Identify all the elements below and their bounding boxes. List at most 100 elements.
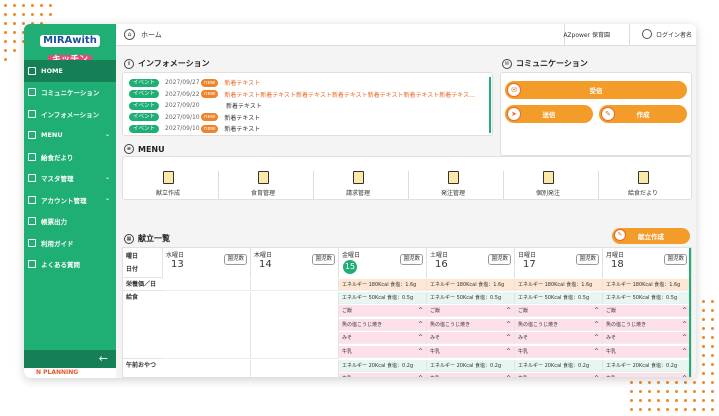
sidebar-item[interactable]: インフォメーション (24, 103, 116, 125)
sidebar-item[interactable]: HOME (24, 60, 116, 82)
info-scrollbar[interactable] (489, 77, 491, 133)
menu-item[interactable]: 個別発注 (503, 171, 593, 201)
chevron-up-icon[interactable]: ^ (682, 373, 687, 377)
sidebar-item[interactable]: 帳票出力 (24, 211, 116, 233)
info-text[interactable]: 新着テキスト (224, 78, 260, 87)
info-text[interactable]: 新着テキスト (226, 101, 262, 110)
chevron-up-icon[interactable]: ^ (506, 332, 511, 343)
info-row[interactable]: イベント 2027/09/10 new 新着テキスト (129, 112, 260, 123)
lunch-dish-cell[interactable]: ご飯 ^ (427, 305, 515, 317)
lunch-dish-cell[interactable]: ご飯 ^ (515, 305, 603, 317)
lunch-dish-cell[interactable]: 牛乳 ^ (427, 345, 515, 358)
menu-item[interactable]: 食育管理 (218, 171, 308, 201)
lunch-dish-cell[interactable]: みそ ^ (427, 332, 515, 344)
sidebar-item-label: インフォメーション (41, 110, 100, 119)
chevron-up-icon[interactable]: ^ (418, 373, 423, 377)
am-dish-cell[interactable]: 牛乳 ^ (603, 373, 691, 377)
lunch-dish-cell[interactable]: 牛乳 ^ (603, 345, 691, 358)
sidebar-item[interactable]: 給食だより (24, 146, 116, 168)
table-scrollbar[interactable] (689, 248, 691, 377)
chevron-up-icon[interactable]: ^ (594, 319, 599, 330)
lunch-dish-cell[interactable]: 牛乳 ^ (515, 345, 603, 358)
dot (13, 49, 16, 52)
chevron-up-icon[interactable]: ^ (682, 319, 687, 330)
sidebar: MIRAwith キッチン HOME コミュニケーションインフォメーション MENU… (24, 24, 116, 378)
dot (702, 381, 705, 384)
new-badge: new (201, 113, 219, 121)
children-count-button[interactable]: 園児数 (400, 254, 423, 265)
menu-item[interactable]: 請求管理 (313, 171, 403, 201)
lunch-dish-cell[interactable]: 魚の塩こうじ焼き ^ (339, 318, 427, 331)
info-row[interactable]: イベント 2027/09/10 new 新着テキスト (129, 123, 260, 134)
sidebar-item[interactable]: 利用ガイド (24, 232, 116, 254)
dot (684, 408, 687, 411)
children-count-button[interactable]: 園児数 (576, 254, 599, 265)
sidebar-item[interactable]: コミュニケーション (24, 82, 116, 104)
chevron-up-icon[interactable]: ^ (594, 346, 599, 357)
sidebar-item[interactable]: MENU ⌄ (24, 125, 116, 147)
chevron-up-icon[interactable]: ^ (594, 332, 599, 343)
dot (666, 381, 669, 384)
sent-button[interactable]: ➤ 送信 (505, 105, 593, 123)
chevron-up-icon[interactable]: ^ (506, 346, 511, 357)
chevron-down-icon[interactable]: ⌄ (105, 174, 110, 181)
chevron-up-icon[interactable]: ^ (682, 305, 687, 316)
lunch-dish-cell[interactable]: 牛乳 ^ (339, 345, 427, 358)
dot (702, 408, 705, 411)
lunch-dish-cell[interactable]: みそ ^ (603, 332, 691, 344)
chevron-up-icon[interactable]: ^ (418, 346, 423, 357)
sidebar-collapse-bar[interactable]: ← (24, 350, 116, 368)
am-dish-cell[interactable]: 牛乳 ^ (339, 373, 427, 377)
children-count-button[interactable]: 園児数 (664, 254, 687, 265)
children-count-button[interactable]: 園児数 (224, 254, 247, 265)
lunch-dish-cell[interactable]: みそ ^ (339, 332, 427, 344)
chevron-up-icon[interactable]: ^ (594, 305, 599, 316)
lunch-dish-cell[interactable]: みそ ^ (515, 332, 603, 344)
dot (630, 381, 633, 384)
children-count-button[interactable]: 園児数 (312, 254, 335, 265)
chevron-up-icon[interactable]: ^ (418, 332, 423, 343)
inbox-button[interactable]: ✉ 受信 (505, 81, 687, 99)
create-menu-button[interactable]: ✎ 献立作成 (612, 228, 690, 244)
menu-item[interactable]: 発注管理 (408, 171, 498, 201)
menu-icon: ≡ (124, 144, 134, 154)
menu-item[interactable]: 献立作成 (123, 171, 213, 201)
am-dish-cell[interactable]: 牛乳 ^ (515, 373, 603, 377)
lunch-dish-cell[interactable]: ご飯 ^ (339, 305, 427, 317)
am-dish-cell[interactable]: 牛乳 ^ (427, 373, 515, 377)
lunch-dish-cell[interactable]: 魚の塩こうじ焼き ^ (603, 318, 691, 331)
chevron-up-icon[interactable]: ^ (506, 373, 511, 377)
user-menu[interactable]: ログイン者名 (641, 29, 692, 39)
chevron-down-icon[interactable]: ⌄ (105, 195, 110, 202)
chevron-up-icon[interactable]: ^ (506, 305, 511, 316)
date-header: 日付 (126, 266, 139, 273)
chevron-up-icon[interactable]: ^ (506, 319, 511, 330)
logo[interactable]: MIRAwith キッチン (24, 24, 116, 66)
dish-name: 牛乳 (430, 348, 441, 355)
chevron-up-icon[interactable]: ^ (682, 332, 687, 343)
lunch-dish-cell[interactable]: 魚の塩こうじ焼き ^ (515, 318, 603, 331)
compose-button[interactable]: ✎ 作成 (599, 105, 687, 123)
chevron-up-icon[interactable]: ^ (682, 346, 687, 357)
chevron-up-icon[interactable]: ^ (418, 319, 423, 330)
info-text[interactable]: 新着テキスト (224, 124, 260, 133)
lunch-dish-cell[interactable]: ご飯 ^ (603, 305, 691, 317)
children-count-button[interactable]: 園児数 (488, 254, 511, 265)
info-text[interactable]: 新着テキスト (224, 113, 260, 122)
chevron-up-icon[interactable]: ^ (418, 305, 423, 316)
sidebar-item[interactable]: よくある質問 (24, 254, 116, 276)
info-row[interactable]: イベント 2027/09/20 新着テキスト (129, 100, 262, 111)
info-row[interactable]: イベント 2027/09/22 new 新着テキスト新着テキスト新着テキスト新着テキス… (129, 89, 475, 100)
info-text[interactable]: 新着テキスト新着テキスト新着テキスト新着テキスト新着テキスト新着テキスト新着テキ… (224, 90, 475, 99)
menu-item[interactable]: 給食だより (598, 171, 688, 201)
info-row[interactable]: イベント 2027/09/27 new 新着テキスト (129, 77, 260, 88)
chevron-down-icon[interactable]: ⌄ (105, 131, 110, 138)
sidebar-item[interactable]: マスタ管理 ⌄ (24, 168, 116, 190)
home-icon[interactable]: ⌂ (124, 29, 135, 40)
collapse-arrow-icon[interactable]: ← (99, 352, 108, 365)
breadcrumb[interactable]: ホーム (141, 30, 162, 40)
sidebar-item[interactable]: アカウント管理 ⌄ (24, 189, 116, 211)
lunch-dish-cell[interactable]: 魚の塩こうじ焼き ^ (427, 318, 515, 331)
dot (13, 4, 16, 7)
chevron-up-icon[interactable]: ^ (594, 373, 599, 377)
